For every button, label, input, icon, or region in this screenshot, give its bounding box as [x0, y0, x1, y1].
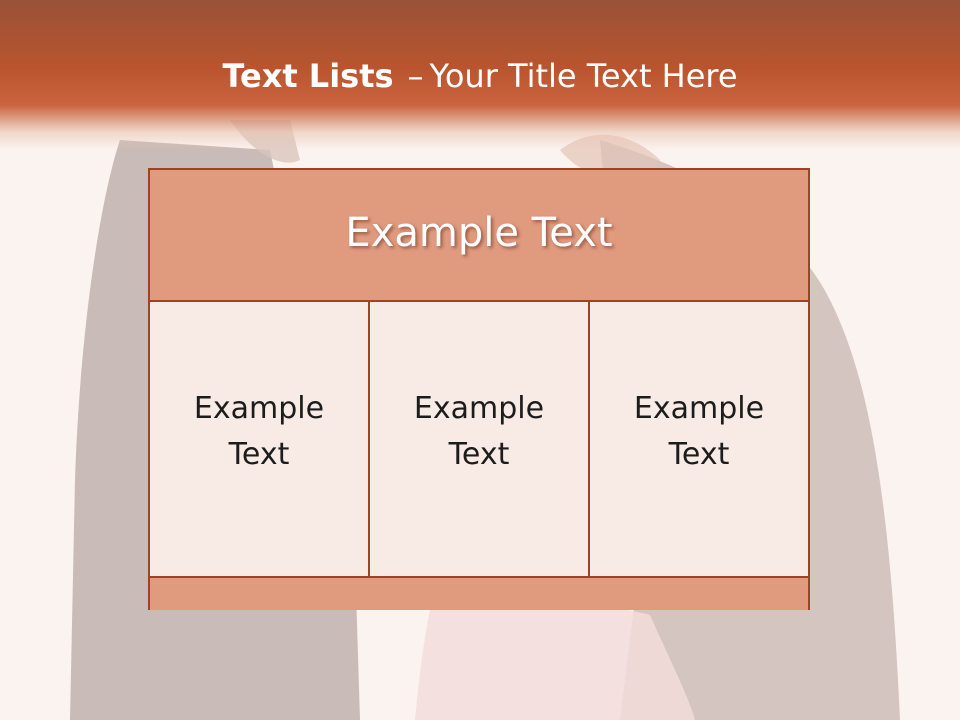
box-header-text: Example Text [345, 210, 613, 256]
box-columns: Example Text Example Text Example Text [150, 302, 808, 576]
title-separator: – [407, 57, 424, 95]
box-column-3: Example Text [588, 302, 808, 576]
box-column-text: Example Text [633, 391, 765, 472]
box-column-text: Example Text [193, 391, 325, 472]
box-column-2: Example Text [368, 302, 588, 576]
title-subtitle-text: Your Title Text Here [429, 57, 738, 95]
box-footer-bar [150, 576, 808, 610]
box-header: Example Text [150, 170, 808, 302]
slide: Text Lists – Your Title Text Here Example … [0, 0, 960, 720]
title-strong-text: Text Lists [222, 57, 394, 95]
slide-title: Text Lists – Your Title Text Here [0, 52, 960, 100]
box-column-text: Example Text [413, 391, 545, 472]
text-list-box: Example Text Example Text Example Text E… [148, 168, 810, 610]
box-column-1: Example Text [150, 302, 368, 576]
